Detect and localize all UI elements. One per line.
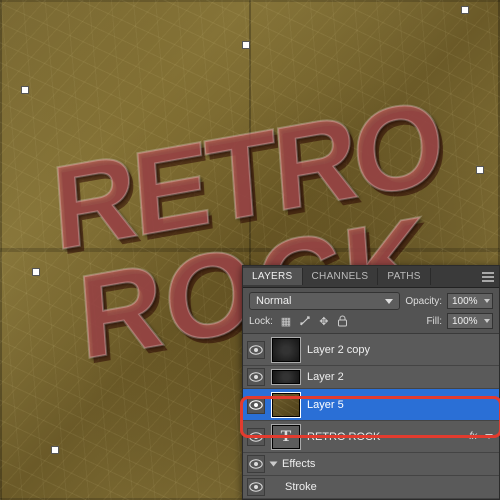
- visibility-toggle[interactable]: [247, 368, 265, 386]
- opacity-field[interactable]: 100%: [447, 293, 493, 309]
- transform-handle[interactable]: [476, 166, 484, 174]
- tab-paths[interactable]: PATHS: [378, 268, 430, 285]
- lock-pixels-icon[interactable]: [297, 313, 313, 329]
- layer-name[interactable]: Layer 2 copy: [307, 344, 495, 356]
- panel-tab-bar: LAYERS CHANNELS PATHS: [243, 266, 499, 288]
- layer-thumbnail[interactable]: [271, 337, 301, 363]
- panel-controls: Normal Opacity: 100% Lock: ▦ ✥: [243, 288, 499, 334]
- tab-layers[interactable]: LAYERS: [243, 268, 303, 285]
- layer-row-selected[interactable]: Layer 5: [243, 389, 499, 421]
- panel-menu-button[interactable]: [477, 272, 499, 282]
- lock-position-icon[interactable]: ✥: [316, 313, 332, 329]
- transform-handle[interactable]: [32, 268, 40, 276]
- layer-row[interactable]: T RETRO ROCK fx: [243, 421, 499, 453]
- text-layer-thumbnail[interactable]: T: [271, 424, 301, 450]
- tab-channels[interactable]: CHANNELS: [303, 268, 379, 285]
- layers-list: Layer 2 copy Layer 2 Layer 5 T RETRO ROC…: [243, 334, 499, 499]
- effects-disclosure[interactable]: [271, 460, 276, 468]
- effects-label: Effects: [282, 458, 495, 470]
- transform-handle[interactable]: [461, 6, 469, 14]
- triangle-down-icon: [270, 462, 278, 467]
- chevron-down-icon: [484, 299, 490, 303]
- visibility-toggle[interactable]: [247, 396, 265, 414]
- transform-handle[interactable]: [51, 446, 59, 454]
- transform-handle[interactable]: [242, 41, 250, 49]
- layer-effects-row[interactable]: Effects: [243, 453, 499, 476]
- layer-thumbnail[interactable]: [271, 369, 301, 385]
- fill-label: Fill:: [426, 316, 442, 327]
- blend-mode-value: Normal: [256, 295, 291, 307]
- layer-name[interactable]: Layer 5: [307, 399, 495, 411]
- layer-row[interactable]: Layer 2 copy: [243, 334, 499, 366]
- lock-all-icon[interactable]: [335, 313, 351, 329]
- layer-thumbnail[interactable]: [271, 392, 301, 418]
- layers-panel: LAYERS CHANNELS PATHS Normal Opacity: 10…: [242, 265, 500, 500]
- chevron-down-icon[interactable]: [485, 434, 493, 439]
- fill-field[interactable]: 100%: [447, 313, 493, 329]
- fx-badge[interactable]: fx: [469, 431, 479, 442]
- visibility-toggle[interactable]: [247, 455, 265, 473]
- text-glyph-icon: T: [281, 428, 292, 446]
- visibility-toggle[interactable]: [247, 428, 265, 446]
- chevron-down-icon: [385, 299, 393, 304]
- lock-button-group: ▦ ✥: [278, 313, 351, 329]
- layer-name[interactable]: Layer 2: [307, 371, 495, 383]
- lock-transparency-icon[interactable]: ▦: [278, 313, 294, 329]
- visibility-toggle[interactable]: [247, 341, 265, 359]
- opacity-value: 100%: [452, 296, 478, 307]
- layer-row[interactable]: Layer 2: [243, 366, 499, 389]
- layer-effect-item[interactable]: Stroke: [243, 476, 499, 499]
- visibility-toggle[interactable]: [247, 478, 265, 496]
- blend-mode-select[interactable]: Normal: [249, 292, 400, 310]
- layer-name[interactable]: RETRO ROCK: [307, 431, 463, 443]
- opacity-label: Opacity:: [405, 296, 442, 307]
- transform-handle[interactable]: [21, 86, 29, 94]
- chevron-down-icon: [484, 319, 490, 323]
- fill-value: 100%: [452, 316, 478, 327]
- lock-label: Lock:: [249, 316, 273, 327]
- effect-name: Stroke: [271, 481, 495, 493]
